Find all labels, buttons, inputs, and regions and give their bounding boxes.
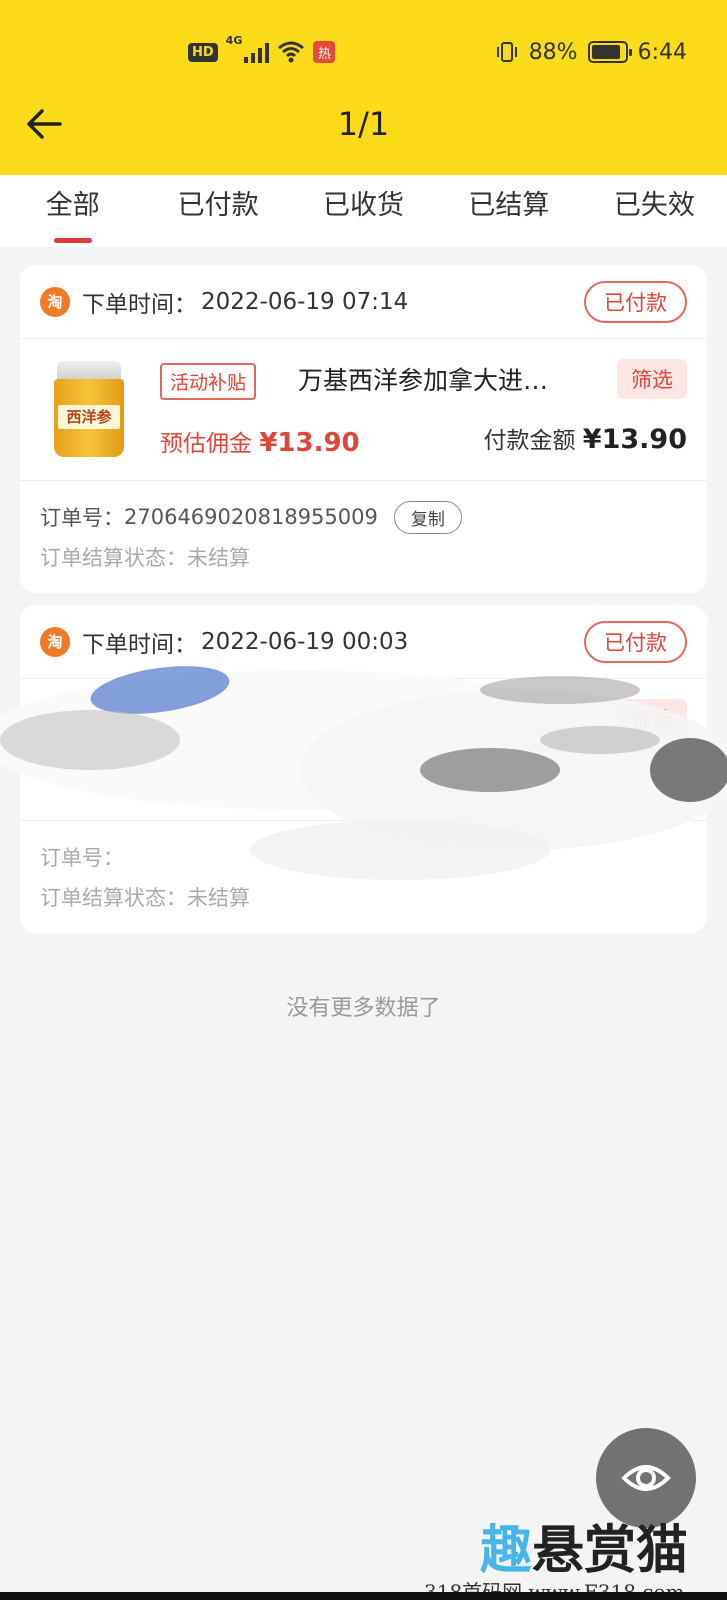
promo-tag: 活动补贴 xyxy=(160,363,257,400)
order-time: 2022-06-19 07:14 xyxy=(201,288,409,315)
battery-percent: 88% xyxy=(528,39,578,65)
settlement-status: 订单结算状态： 未结算 xyxy=(40,546,250,570)
vibrate-icon xyxy=(496,42,517,62)
status-badge: 已付款 xyxy=(584,280,687,323)
product-row[interactable]: 筛选 xyxy=(20,679,707,821)
no-more-data: 没有更多数据了 xyxy=(286,996,441,1021)
clock: 6:44 xyxy=(637,39,687,65)
filter-button[interactable]: 筛选 xyxy=(617,359,687,399)
settlement-status: 订单结算状态： 未结算 xyxy=(40,886,250,910)
order-number-row: 订单号： xyxy=(40,846,124,870)
tab-settled[interactable]: 已结算 xyxy=(436,175,581,247)
eye-icon xyxy=(621,1465,671,1491)
product-thumbnail: 西洋参 xyxy=(54,361,124,457)
payment-amount: 付款金额 ¥13.90 xyxy=(483,424,687,455)
order-number: 2706469020818955009 xyxy=(124,505,378,529)
order-card: 淘 下单时间： 2022-06-19 07:14 已付款 西洋参 活动补贴 万基… xyxy=(20,265,707,593)
product-row[interactable]: 西洋参 活动补贴 万基西洋参加拿大进… 筛选 预估佣金 ¥13.90 付款金额 … xyxy=(20,339,707,481)
product-title[interactable]: 万基西洋参加拿大进… xyxy=(298,361,578,397)
order-time-label: 下单时间： xyxy=(82,631,197,658)
order-time-label: 下单时间： xyxy=(82,291,197,318)
taobao-icon: 淘 xyxy=(40,626,70,657)
signal-icon xyxy=(244,41,270,63)
bottom-bar xyxy=(0,1592,727,1600)
product-thumbnail-label: 西洋参 xyxy=(58,405,120,429)
network-label: 4G xyxy=(225,34,243,47)
order-card: 淘 下单时间： 2022-06-19 00:03 已付款 筛选 订单号： 订单结… xyxy=(20,605,707,933)
app-notification-icon: 热 xyxy=(313,41,336,63)
copy-button[interactable]: 复制 xyxy=(393,500,462,534)
order-number-row: 订单号： 2706469020818955009 复制 xyxy=(40,497,687,537)
status-badge: 已付款 xyxy=(584,620,687,663)
page-title: 1/1 xyxy=(337,105,390,143)
top-app-bar: HD 4G 热 88% 6:44 1/1 xyxy=(0,0,727,175)
tab-received[interactable]: 已收货 xyxy=(291,175,436,247)
order-tabs: 全部 已付款 已收货 已结算 已失效 xyxy=(0,175,727,247)
tab-paid[interactable]: 已付款 xyxy=(145,175,290,247)
wifi-icon xyxy=(278,41,305,63)
battery-icon xyxy=(587,41,632,63)
tab-all[interactable]: 全部 xyxy=(0,175,145,247)
estimated-commission: 预估佣金 ¥13.90 xyxy=(160,428,360,458)
filter-button[interactable]: 筛选 xyxy=(617,699,687,739)
order-time: 2022-06-19 00:03 xyxy=(201,628,409,655)
tab-invalid[interactable]: 已失效 xyxy=(582,175,727,247)
status-bar: HD 4G 热 88% 6:44 xyxy=(0,34,727,70)
taobao-icon: 淘 xyxy=(40,286,70,317)
watermark-logo: 趣悬赏猫 xyxy=(480,1521,689,1581)
hd-icon: HD xyxy=(188,42,218,62)
